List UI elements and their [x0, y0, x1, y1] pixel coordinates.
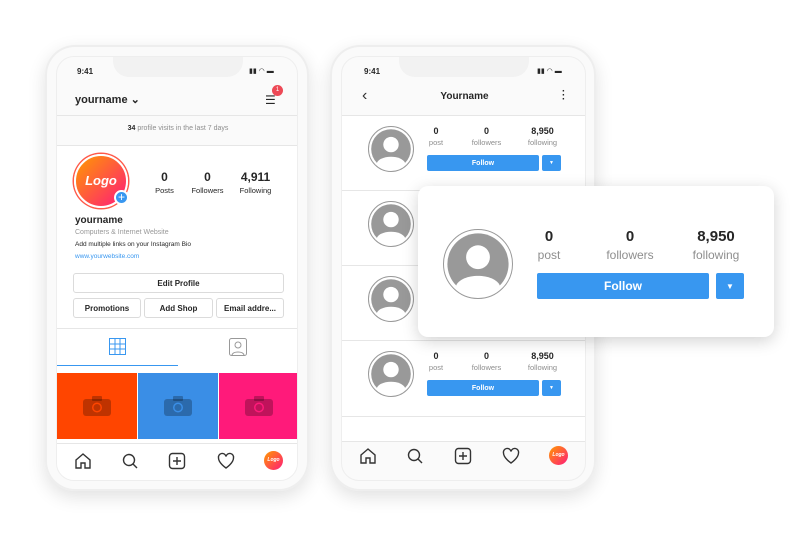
- avatar[interactable]: [443, 229, 513, 299]
- search-icon[interactable]: [406, 447, 424, 465]
- home-icon[interactable]: [359, 447, 377, 465]
- chevron-down-icon: ⌄: [130, 94, 140, 106]
- profile-nav-avatar[interactable]: Logo: [264, 451, 283, 470]
- notch: [399, 57, 529, 77]
- profile-screen: 9:41 ▮▮ ◠ ▬ yourname ⌄ ☰ 1 34 profile vi…: [56, 56, 298, 481]
- follow-options-dropdown[interactable]: ▼: [716, 273, 744, 299]
- profile-card: 0 post 0 followers 8,950 following Follow ▼: [418, 186, 774, 337]
- grid-post[interactable]: [138, 373, 218, 439]
- avatar[interactable]: [368, 351, 414, 397]
- stat-following[interactable]: 8,950 following: [520, 351, 565, 372]
- avatar[interactable]: [368, 276, 414, 322]
- grid-post[interactable]: [57, 373, 137, 439]
- more-options-icon[interactable]: · · ·: [562, 87, 565, 105]
- stat-posts[interactable]: 0 Posts: [147, 170, 182, 195]
- search-icon[interactable]: [121, 452, 139, 470]
- camera-icon: [83, 396, 111, 416]
- edit-profile-button[interactable]: Edit Profile: [73, 273, 284, 293]
- card-stat-followers[interactable]: 0 followers: [595, 228, 665, 262]
- status-time: 9:41: [364, 67, 381, 76]
- follow-button[interactable]: Follow: [427, 155, 539, 171]
- follow-options-dropdown[interactable]: ▼: [542, 155, 561, 171]
- grid-post[interactable]: [219, 373, 297, 439]
- follow-button[interactable]: Follow: [427, 380, 539, 396]
- notification-badge: 1: [272, 85, 283, 96]
- home-icon[interactable]: [74, 452, 92, 470]
- status-icons: ▮▮ ◠ ▬: [537, 68, 562, 75]
- notch: [113, 57, 243, 77]
- stat-followers[interactable]: 0 followers: [464, 351, 509, 372]
- follow-button[interactable]: Follow: [537, 273, 709, 299]
- username-dropdown[interactable]: yourname ⌄: [75, 93, 140, 106]
- add-shop-button[interactable]: Add Shop: [144, 298, 213, 318]
- profile-visits: 34 profile visits in the last 7 days: [57, 125, 297, 132]
- grid-icon: [109, 338, 126, 355]
- tab-grid[interactable]: [57, 329, 178, 366]
- list-title: Yourname: [440, 91, 489, 102]
- profile-bio: Add multiple links on your Instagram Bio: [75, 241, 191, 248]
- status-time: 9:41: [77, 67, 94, 76]
- status-icons: ▮▮ ◠ ▬: [249, 68, 274, 75]
- post-grid: [57, 373, 297, 439]
- email-button[interactable]: Email addre...: [216, 298, 284, 318]
- tagged-person-icon: [229, 338, 247, 356]
- promotions-button[interactable]: Promotions: [73, 298, 141, 318]
- heart-icon[interactable]: [502, 447, 520, 465]
- avatar[interactable]: [368, 201, 414, 247]
- stat-following[interactable]: 8,950 following: [520, 126, 565, 147]
- stat-post[interactable]: 0 post: [422, 351, 450, 372]
- stat-following[interactable]: 4,911 Following: [233, 170, 278, 195]
- heart-icon[interactable]: [217, 452, 235, 470]
- list-item: 0 post 0 followers 8,950 following Follow ▼: [342, 351, 585, 426]
- tab-tagged[interactable]: [178, 329, 297, 366]
- camera-icon: [245, 396, 273, 416]
- add-post-icon[interactable]: [454, 447, 472, 465]
- avatar[interactable]: [368, 126, 414, 172]
- stat-followers[interactable]: 0 Followers: [185, 170, 230, 195]
- profile-category: Computers & Internet Website: [75, 229, 169, 236]
- card-stat-following[interactable]: 8,950 following: [681, 228, 751, 262]
- stat-followers[interactable]: 0 followers: [464, 126, 509, 147]
- card-stat-post[interactable]: 0 post: [524, 228, 574, 262]
- add-story-icon[interactable]: +: [114, 190, 129, 205]
- follow-options-dropdown[interactable]: ▼: [542, 380, 561, 396]
- profile-name: yourname: [75, 215, 123, 226]
- profile-website-link[interactable]: www.yourwebsite.com: [75, 253, 139, 260]
- camera-icon: [164, 396, 192, 416]
- profile-nav-avatar[interactable]: Logo: [549, 446, 568, 465]
- stat-post[interactable]: 0 post: [422, 126, 450, 147]
- add-post-icon[interactable]: [168, 452, 186, 470]
